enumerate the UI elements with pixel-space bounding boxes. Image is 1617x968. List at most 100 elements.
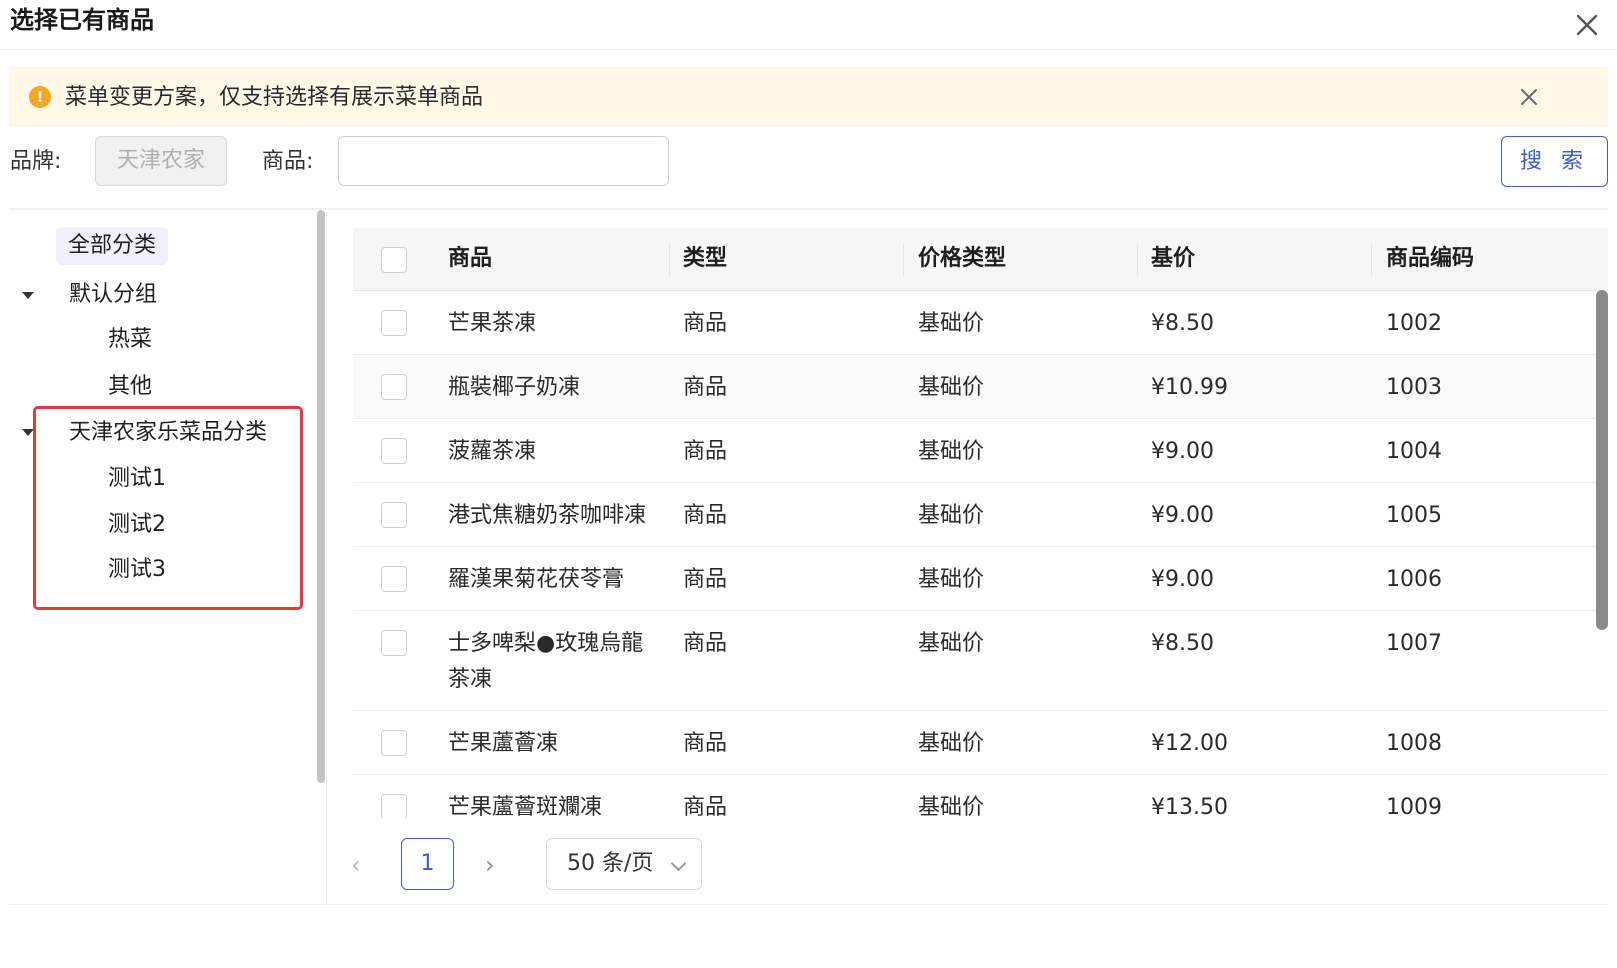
cell-type: 商品 — [683, 311, 728, 336]
column-header-base-price: 基价 — [1151, 246, 1196, 271]
cell-price-type: 基础价 — [918, 439, 985, 464]
column-separator — [669, 244, 670, 276]
row-checkbox[interactable] — [381, 502, 407, 528]
cell-type: 商品 — [683, 631, 728, 656]
cell-code: 1008 — [1386, 731, 1442, 756]
warning-icon: ! — [29, 86, 51, 108]
table-row[interactable]: 瓶裝椰子奶凍 商品 基础价 ¥10.99 1003 — [353, 355, 1608, 419]
cell-product-name: 芒果蘆薈斑斕凍 — [448, 795, 603, 818]
table-header: 商品 类型 价格类型 基价 商品编码 — [353, 228, 1608, 291]
tree-scrollbar[interactable] — [317, 210, 325, 783]
dialog-title: 选择已有商品 — [10, 6, 154, 34]
cell-product-name: 芒果茶凍 — [448, 311, 537, 336]
column-header-price-type: 价格类型 — [918, 246, 1007, 271]
filter-bar: 品牌: 天津农家 商品: 搜 索 — [0, 136, 1617, 188]
caret-down-icon[interactable] — [22, 429, 34, 436]
caret-down-icon[interactable] — [22, 292, 34, 299]
table-row[interactable]: 芒果蘆薈凍 商品 基础价 ¥12.00 1008 — [353, 711, 1608, 775]
column-header-product: 商品 — [448, 246, 493, 271]
row-checkbox[interactable] — [381, 438, 407, 464]
tree-item-test1[interactable]: 测试1 — [108, 464, 166, 494]
cell-product-name: 菠蘿茶凍 — [448, 439, 537, 464]
product-label: 商品: — [262, 149, 314, 174]
cell-price: ¥9.00 — [1151, 503, 1214, 528]
cell-price-type: 基础价 — [918, 631, 985, 656]
cell-price-type: 基础价 — [918, 567, 985, 592]
page-size-select[interactable]: 50 条/页 — [546, 838, 702, 890]
cell-product-name: 港式焦糖奶茶咖啡凍 — [448, 503, 647, 528]
cell-price: ¥13.50 — [1151, 795, 1228, 818]
cell-type: 商品 — [683, 567, 728, 592]
cell-code: 1003 — [1386, 375, 1442, 400]
table-row[interactable]: 羅漢果菊花茯苓膏 商品 基础价 ¥9.00 1006 — [353, 547, 1608, 611]
category-tree — [9, 212, 327, 904]
cell-price: ¥8.50 — [1151, 311, 1214, 336]
alert-close-icon[interactable] — [1517, 85, 1541, 109]
brand-field: 天津农家 — [95, 136, 227, 186]
cell-price-type: 基础价 — [918, 311, 985, 336]
cell-type: 商品 — [683, 375, 728, 400]
column-header-type: 类型 — [683, 246, 728, 271]
tree-item-tianjin-category[interactable]: 天津农家乐菜品分类 — [69, 418, 267, 448]
tree-item-hot-dishes[interactable]: 热菜 — [108, 325, 152, 355]
cell-type: 商品 — [683, 795, 728, 818]
column-separator — [1137, 244, 1138, 276]
cell-type: 商品 — [683, 439, 728, 464]
product-search-input[interactable] — [338, 136, 669, 186]
alert-text: 菜单变更方案，仅支持选择有展示菜单商品 — [65, 85, 484, 110]
page-size-label: 50 条/页 — [567, 851, 654, 876]
tree-item-all[interactable]: 全部分类 — [56, 227, 169, 265]
brand-label: 品牌: — [10, 149, 62, 174]
tree-item-test3[interactable]: 测试3 — [108, 555, 166, 585]
cell-code: 1004 — [1386, 439, 1442, 464]
divider — [9, 208, 1608, 210]
cell-product-name: 瓶裝椰子奶凍 — [448, 375, 581, 400]
cell-code: 1002 — [1386, 311, 1442, 336]
tree-item-other[interactable]: 其他 — [108, 372, 152, 402]
column-header-product-code: 商品编码 — [1386, 246, 1475, 271]
prev-page-button[interactable]: ‹ — [351, 852, 371, 878]
cell-type: 商品 — [683, 731, 728, 756]
table-row[interactable]: 芒果茶凍 商品 基础价 ¥8.50 1002 — [353, 291, 1608, 355]
row-checkbox[interactable] — [381, 566, 407, 592]
table-row[interactable]: 菠蘿茶凍 商品 基础价 ¥9.00 1004 — [353, 419, 1608, 483]
cell-price-type: 基础价 — [918, 375, 985, 400]
row-checkbox[interactable] — [381, 794, 407, 818]
cell-type: 商品 — [683, 503, 728, 528]
cell-price: ¥10.99 — [1151, 375, 1228, 400]
row-checkbox[interactable] — [381, 374, 407, 400]
page-number-button[interactable]: 1 — [401, 838, 454, 890]
tree-item-default-group[interactable]: 默认分组 — [69, 280, 157, 310]
dialog-header: 选择已有商品 — [0, 0, 1617, 50]
cell-product-name: 士多啤梨●玫瑰烏龍茶凍 — [448, 631, 644, 692]
cell-code: 1005 — [1386, 503, 1442, 528]
notice-alert: ! 菜单变更方案，仅支持选择有展示菜单商品 — [9, 67, 1608, 127]
cell-price: ¥8.50 — [1151, 631, 1214, 656]
row-checkbox[interactable] — [381, 730, 407, 756]
table-row[interactable]: 士多啤梨●玫瑰烏龍茶凍 商品 基础价 ¥8.50 1007 — [353, 611, 1608, 711]
divider — [9, 904, 1608, 905]
product-table: 商品 类型 价格类型 基价 商品编码 芒果茶凍 商品 基础价 ¥8.50 100… — [353, 228, 1608, 818]
cell-price: ¥9.00 — [1151, 567, 1214, 592]
cell-code: 1009 — [1386, 795, 1442, 818]
cell-product-name: 羅漢果菊花茯苓膏 — [448, 567, 625, 592]
select-all-checkbox[interactable] — [381, 247, 407, 273]
row-checkbox[interactable] — [381, 310, 407, 336]
cell-price-type: 基础价 — [918, 795, 985, 818]
table-row[interactable]: 港式焦糖奶茶咖啡凍 商品 基础价 ¥9.00 1005 — [353, 483, 1608, 547]
cell-price: ¥12.00 — [1151, 731, 1228, 756]
table-row[interactable]: 芒果蘆薈斑斕凍 商品 基础价 ¥13.50 1009 — [353, 775, 1608, 818]
row-checkbox[interactable] — [381, 630, 407, 656]
cell-product-name: 芒果蘆薈凍 — [448, 731, 559, 756]
chevron-down-icon — [670, 855, 687, 872]
cell-price-type: 基础价 — [918, 503, 985, 528]
column-separator — [1371, 244, 1372, 276]
close-icon[interactable] — [1570, 8, 1604, 42]
search-button[interactable]: 搜 索 — [1501, 136, 1608, 187]
cell-code: 1006 — [1386, 567, 1442, 592]
table-scrollbar[interactable] — [1596, 290, 1608, 630]
cell-price: ¥9.00 — [1151, 439, 1214, 464]
next-page-button[interactable]: › — [485, 852, 505, 878]
column-separator — [903, 244, 904, 276]
tree-item-test2[interactable]: 测试2 — [108, 510, 166, 540]
